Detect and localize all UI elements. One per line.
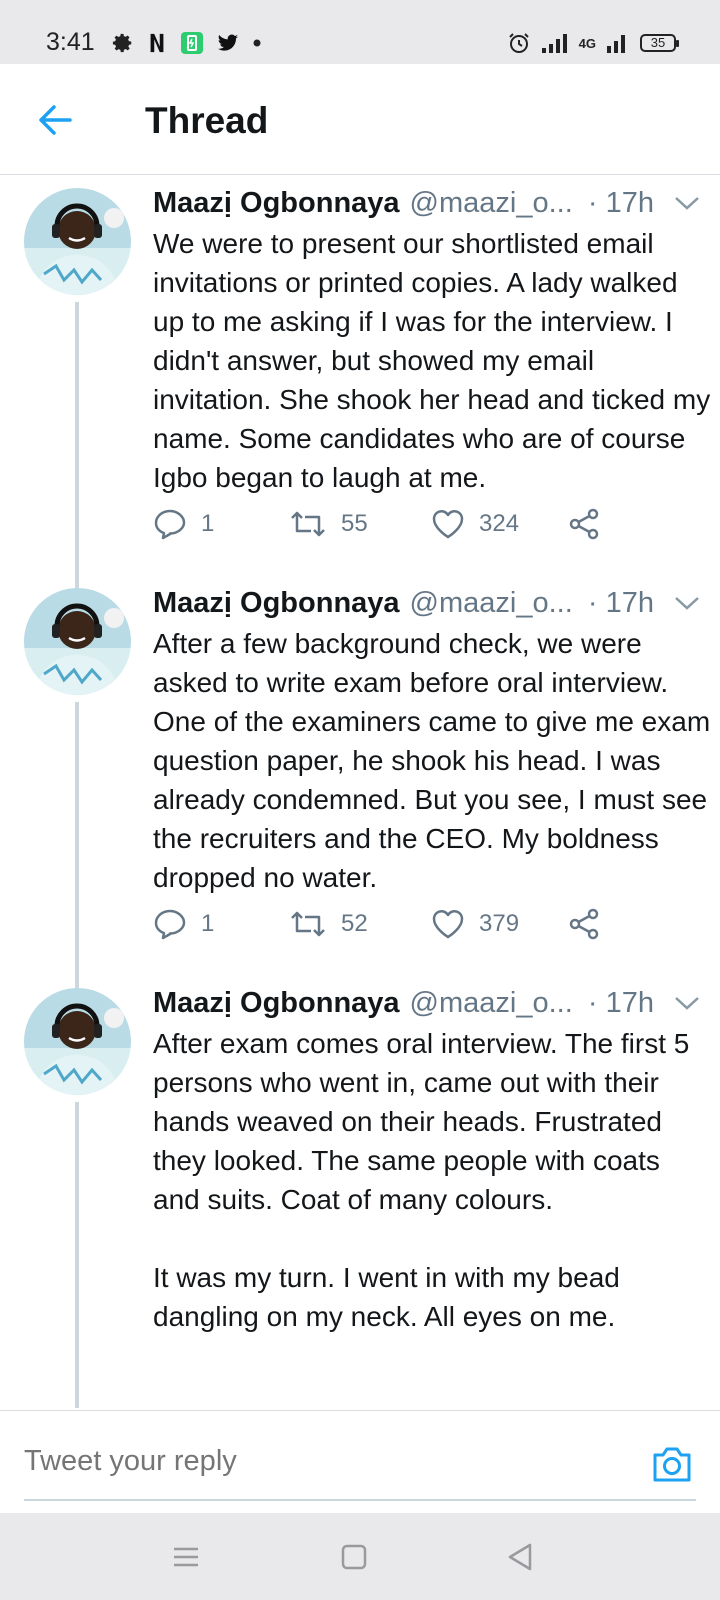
back-triangle-icon [508,1543,532,1571]
retweet-button[interactable]: 52 [289,904,368,944]
avatar[interactable] [24,588,131,695]
reply-button[interactable]: 1 [153,904,214,944]
thread-connector [75,574,79,588]
recents-button[interactable] [166,1537,206,1577]
status-bar: 3:41 4G 35 [0,0,720,64]
avatar[interactable] [24,188,131,295]
system-back-button[interactable] [500,1537,540,1577]
reply-input[interactable] [24,1441,614,1481]
reply-underline [24,1499,696,1501]
thread-connector [75,302,79,592]
tweet-actions: 1 52 379 [153,904,613,944]
reply-count: 1 [201,510,215,537]
reply-composer [0,1410,720,1513]
retweet-icon [291,911,325,937]
home-square-icon [341,1544,367,1570]
retweet-count: 52 [341,910,368,937]
tweet[interactable]: Maazị Ogbonnaya @maazi_o... · 17h After … [0,574,720,992]
share-button[interactable] [567,504,601,544]
dot-icon [253,39,261,47]
retweet-button[interactable]: 55 [289,504,368,544]
top-app-bar: Thread [0,64,720,175]
twitter-icon [217,34,239,51]
camera-icon [653,1447,691,1482]
reply-icon [154,509,186,540]
battery-saver-icon [181,32,203,54]
tweet[interactable]: Maazị Ogbonnaya @maazi_o... · 17h After … [0,974,720,1408]
chevron-down-icon[interactable] [672,588,702,618]
status-time: 3:41 [46,28,95,56]
author-handle[interactable]: @maazi_o... [410,587,573,620]
signal-icon [541,34,567,53]
share-icon [569,908,599,940]
alarm-icon [508,33,529,53]
author-handle[interactable]: @maazi_o... [410,987,573,1020]
battery-icon: 35 [640,34,679,52]
thread-connector [75,974,79,988]
like-button[interactable]: 379 [431,904,519,944]
thread-connector [75,702,79,992]
tweet-text: After exam comes oral interview. The fir… [153,1028,690,1332]
tweet-text: We were to present our shortlisted email… [153,228,719,493]
reply-count: 1 [201,910,215,937]
tweet-time: · 17h [587,186,654,219]
heart-icon [432,510,464,539]
like-count: 324 [479,510,520,537]
system-icons: 4G 35 [507,30,679,56]
reply-button[interactable]: 1 [153,504,214,544]
share-icon [569,508,599,540]
arrow-left-icon [39,105,72,135]
netflix-icon [150,33,164,53]
like-button[interactable]: 324 [431,504,519,544]
thread-list[interactable]: Maazị Ogbonnaya @maazi_o... · 17h We wer… [0,176,720,1408]
avatar[interactable] [24,988,131,1095]
author-name[interactable]: Maazị Ogbonnaya [153,987,400,1020]
page-title: Thread [145,100,269,141]
tweet-header: Maazị Ogbonnaya @maazi_o... · 17h [153,582,702,624]
heart-icon [432,910,464,939]
menu-icon [174,1547,198,1567]
reply-icon [154,909,186,940]
author-name[interactable]: Maazị Ogbonnaya [153,587,400,620]
retweet-count: 55 [341,510,368,537]
tweet[interactable]: Maazị Ogbonnaya @maazi_o... · 17h We wer… [0,182,720,592]
tweet-time: · 17h [587,986,654,1019]
system-nav-bar [0,1513,720,1600]
like-count: 379 [479,910,520,937]
author-name[interactable]: Maazị Ogbonnaya [153,187,400,220]
tweet-time: · 17h [587,586,654,619]
back-button[interactable] [34,98,78,142]
gear-icon [112,33,132,53]
chevron-down-icon[interactable] [672,988,702,1018]
chevron-down-icon[interactable] [672,188,702,218]
tweet-header: Maazị Ogbonnaya @maazi_o... · 17h [153,182,702,224]
network-type: 4G [578,35,596,51]
thread-connector [75,1102,79,1408]
share-button[interactable] [567,904,601,944]
retweet-icon [291,511,325,537]
author-handle[interactable]: @maazi_o... [410,187,573,220]
tweet-actions: 1 55 324 [153,504,613,544]
camera-button[interactable] [651,1444,693,1484]
home-button[interactable] [334,1537,374,1577]
tweet-text: After a few background check, we were as… [153,628,718,893]
4g-signal-icon [607,35,625,53]
notification-icons [112,30,262,56]
tweet-header: Maazị Ogbonnaya @maazi_o... · 17h [153,982,702,1024]
